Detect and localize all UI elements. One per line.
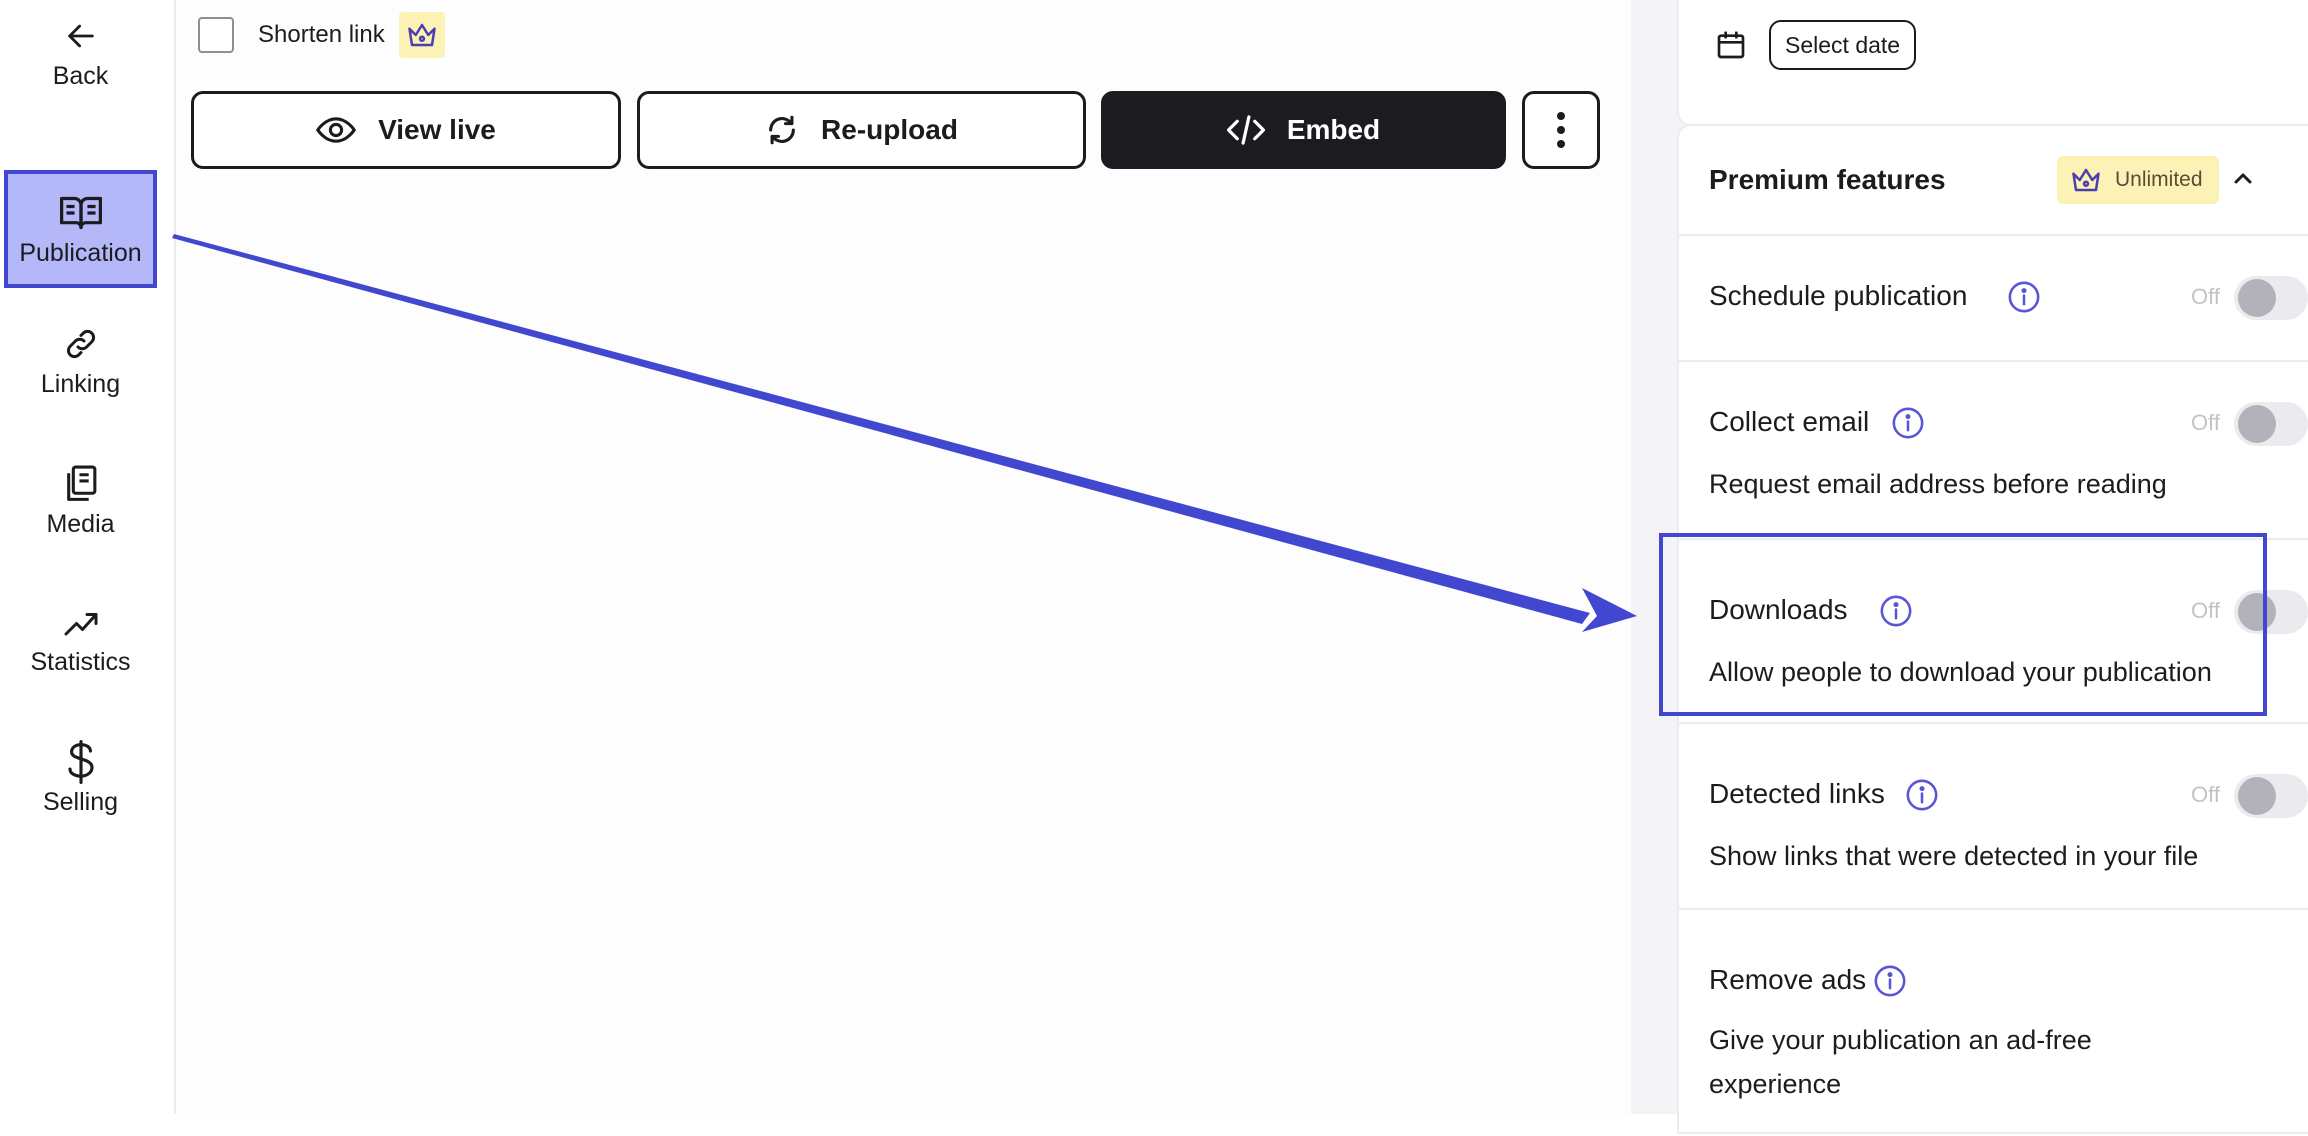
sidebar-item-media[interactable]: Media	[4, 462, 157, 539]
sidebar-item-label: Selling	[42, 788, 119, 816]
feature-remove-ads: Remove ads Give your publication an ad-f…	[1679, 908, 2308, 1136]
embed-label: Embed	[1286, 114, 1381, 145]
trending-up-icon	[63, 600, 99, 644]
downloads-highlight-box	[1659, 533, 2267, 716]
info-icon[interactable]	[1891, 406, 1925, 445]
collect-email-toggle[interactable]	[2234, 402, 2308, 446]
sidebar-item-label: Media	[46, 510, 115, 538]
schedule-date-card: Select date	[1677, 0, 2308, 126]
embed-button[interactable]: Embed	[1101, 91, 1506, 169]
sidebar-item-publication[interactable]: Publication	[4, 170, 157, 288]
sidebar-item-label: Publication	[19, 238, 142, 267]
unlimited-badge: Unlimited	[2057, 156, 2219, 204]
calendar-icon	[1715, 29, 1747, 61]
feature-description: Request email address before reading	[1709, 469, 2167, 499]
shorten-link-label: Shorten link	[258, 21, 385, 48]
feature-description: Give your publication an ad-free experie…	[1709, 1025, 2092, 1099]
info-icon[interactable]	[1905, 778, 1939, 817]
premium-features-title: Premium features	[1709, 164, 1946, 195]
sidebar-item-statistics[interactable]: Statistics	[4, 600, 157, 677]
sidebar-item-linking[interactable]: Linking	[4, 322, 157, 399]
feature-title: Schedule publication	[1709, 280, 1968, 311]
feature-schedule-publication: Schedule publication Off	[1679, 234, 2308, 362]
feature-collect-email: Collect email Off Request email address …	[1679, 360, 2308, 540]
info-icon[interactable]	[1873, 964, 1907, 1003]
sidebar: Back Publication Linking Media Statistic…	[0, 0, 176, 1114]
link-icon	[63, 322, 99, 366]
view-live-button[interactable]: View live	[191, 91, 621, 169]
feature-title: Detected links	[1709, 778, 1885, 809]
shorten-link-checkbox[interactable]	[198, 17, 234, 53]
more-options-button[interactable]	[1522, 91, 1600, 169]
toggle-state-label: Off	[2191, 782, 2220, 807]
media-copy-icon	[64, 462, 98, 506]
select-date-button[interactable]: Select date	[1769, 20, 1917, 70]
code-icon	[1226, 114, 1265, 146]
feature-title: Collect email	[1709, 406, 1870, 437]
arrow-left-icon	[64, 14, 98, 58]
schedule-publication-toggle[interactable]	[2234, 276, 2308, 320]
info-icon[interactable]	[2007, 280, 2041, 319]
toggle-state-label: Off	[2191, 284, 2220, 309]
feature-description: Show links that were detected in your fi…	[1709, 841, 2199, 871]
reupload-label: Re-upload	[821, 114, 958, 145]
dollar-icon	[65, 740, 97, 784]
chevron-up-icon[interactable]	[2231, 166, 2255, 195]
sidebar-item-label: Linking	[40, 370, 121, 398]
view-live-label: View live	[378, 114, 496, 145]
book-open-icon	[59, 191, 102, 235]
back-button[interactable]: Back	[4, 14, 157, 91]
premium-features-header[interactable]: Premium features Unlimited	[1679, 126, 2308, 236]
unlimited-label: Unlimited	[2115, 168, 2203, 191]
eye-icon	[316, 116, 357, 144]
sidebar-item-label: Statistics	[30, 648, 131, 676]
main-content: Shorten link View live Re-upload Embed	[176, 0, 1631, 1114]
toggle-state-label: Off	[2191, 410, 2220, 435]
reupload-button[interactable]: Re-upload	[637, 91, 1086, 169]
feature-title: Remove ads	[1709, 964, 1867, 995]
more-vertical-icon	[1556, 110, 1566, 150]
detected-links-toggle[interactable]	[2234, 774, 2308, 818]
shorten-link-row: Shorten link	[198, 12, 445, 58]
crown-icon	[398, 12, 445, 58]
back-label: Back	[52, 62, 109, 90]
sidebar-item-selling[interactable]: Selling	[4, 740, 157, 817]
feature-detected-links: Detected links Off Show links that were …	[1679, 722, 2308, 910]
refresh-icon	[765, 113, 799, 147]
crown-icon	[2072, 168, 2100, 192]
